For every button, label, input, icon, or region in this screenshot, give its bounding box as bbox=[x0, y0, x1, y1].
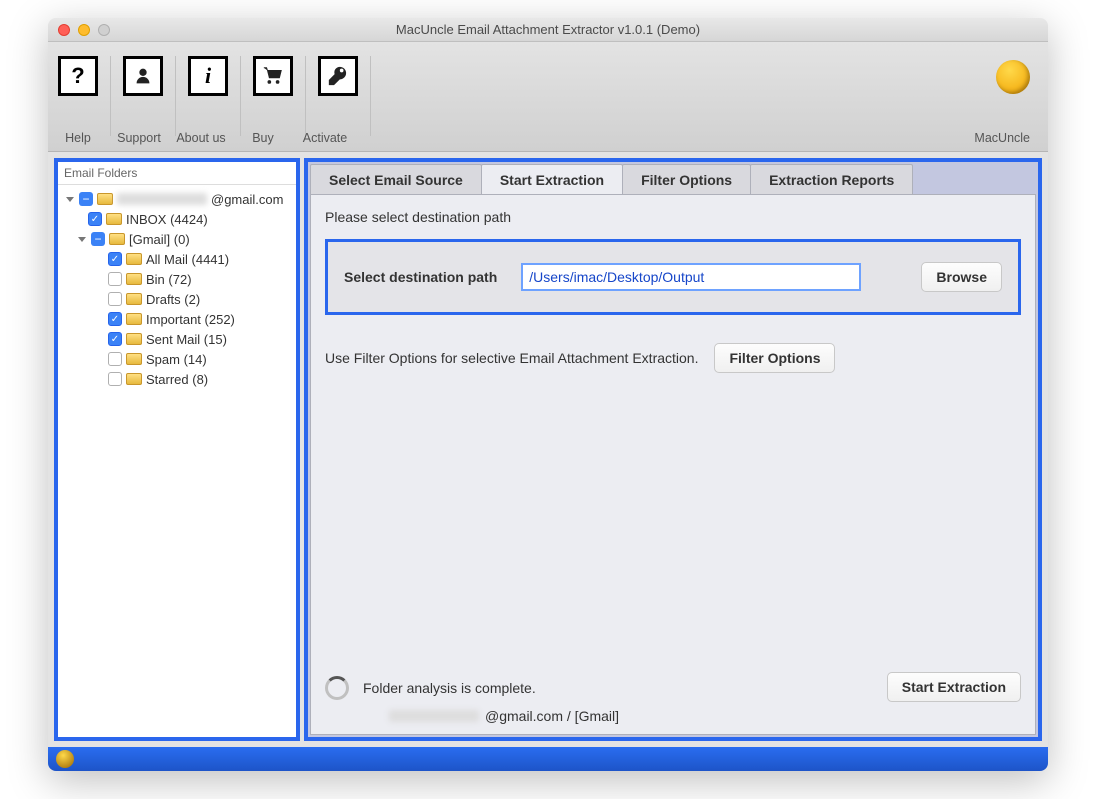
status-path-text: @gmail.com / [Gmail] bbox=[485, 708, 619, 724]
panel-heading: Please select destination path bbox=[325, 209, 1021, 225]
tab-extraction-reports[interactable]: Extraction Reports bbox=[750, 164, 913, 194]
brand-logo-icon bbox=[996, 60, 1030, 94]
toolbar-label: About us bbox=[170, 131, 232, 145]
filter-hint-text: Use Filter Options for selective Email A… bbox=[325, 350, 698, 366]
titlebar: MacUncle Email Attachment Extractor v1.0… bbox=[48, 18, 1048, 42]
cart-icon bbox=[253, 56, 293, 96]
tree-row[interactable]: Spam (14) bbox=[60, 349, 294, 369]
checkbox-indeterminate-icon[interactable]: − bbox=[91, 232, 105, 246]
toolbar-label: Activate bbox=[294, 131, 356, 145]
checkbox-icon[interactable] bbox=[108, 372, 122, 386]
toolbar-about-button[interactable]: i bbox=[178, 56, 238, 136]
folder-icon bbox=[126, 373, 142, 385]
folder-icon bbox=[126, 293, 142, 305]
toolbar: ? i Help Support About us Buy Activate M… bbox=[48, 42, 1048, 152]
tab-select-email-source[interactable]: Select Email Source bbox=[310, 164, 482, 194]
toolbar-buy-button[interactable] bbox=[243, 56, 303, 136]
question-icon: ? bbox=[58, 56, 98, 96]
tree-row[interactable]: Bin (72) bbox=[60, 269, 294, 289]
app-icon bbox=[56, 750, 74, 768]
checkbox-icon[interactable] bbox=[108, 292, 122, 306]
status-text: Folder analysis is complete. bbox=[363, 680, 536, 696]
toolbar-labels: Help Support About us Buy Activate bbox=[48, 131, 1048, 145]
sidebar-header: Email Folders bbox=[58, 162, 296, 185]
folder-label: [Gmail] (0) bbox=[129, 232, 190, 247]
folder-icon bbox=[126, 253, 142, 265]
folder-label: All Mail (4441) bbox=[146, 252, 229, 267]
checkbox-icon[interactable] bbox=[108, 332, 122, 346]
folder-label: INBOX (4424) bbox=[126, 212, 208, 227]
tree-row[interactable]: Sent Mail (15) bbox=[60, 329, 294, 349]
separator bbox=[110, 56, 111, 136]
redacted-text: xxxxxxxxx bbox=[389, 710, 479, 722]
folder-label: Bin (72) bbox=[146, 272, 192, 287]
email-folders-sidebar: Email Folders − xxxxxxxxx @gmail.com INB… bbox=[54, 158, 300, 741]
tree-row[interactable]: All Mail (4441) bbox=[60, 249, 294, 269]
main-panel: Select Email Source Start Extraction Fil… bbox=[304, 158, 1042, 741]
tree-row[interactable]: Drafts (2) bbox=[60, 289, 294, 309]
tree-row-gmail[interactable]: − [Gmail] (0) bbox=[60, 229, 294, 249]
separator bbox=[240, 56, 241, 136]
folder-label: Spam (14) bbox=[146, 352, 207, 367]
separator bbox=[370, 56, 371, 136]
spinner-icon bbox=[325, 676, 349, 700]
content-area: Email Folders − xxxxxxxxx @gmail.com INB… bbox=[48, 152, 1048, 747]
folder-icon bbox=[126, 333, 142, 345]
checkbox-icon[interactable] bbox=[108, 272, 122, 286]
info-icon: i bbox=[188, 56, 228, 96]
key-icon bbox=[318, 56, 358, 96]
folder-tree: − xxxxxxxxx @gmail.com INBOX (4424) − [G… bbox=[58, 185, 296, 393]
chevron-down-icon[interactable] bbox=[78, 237, 86, 242]
window-title: MacUncle Email Attachment Extractor v1.0… bbox=[48, 22, 1048, 37]
checkbox-icon[interactable] bbox=[108, 312, 122, 326]
destination-box: Select destination path Browse bbox=[325, 239, 1021, 315]
app-window: MacUncle Email Attachment Extractor v1.0… bbox=[48, 18, 1048, 771]
toolbar-label: Help bbox=[48, 131, 108, 145]
tree-row[interactable]: Important (252) bbox=[60, 309, 294, 329]
browse-button[interactable]: Browse bbox=[921, 262, 1002, 292]
redacted-text: xxxxxxxxx bbox=[117, 193, 207, 205]
tree-row[interactable]: Starred (8) bbox=[60, 369, 294, 389]
folder-label: Drafts (2) bbox=[146, 292, 200, 307]
folder-label: Important (252) bbox=[146, 312, 235, 327]
separator bbox=[175, 56, 176, 136]
toolbar-label: Support bbox=[108, 131, 170, 145]
checkbox-icon[interactable] bbox=[108, 252, 122, 266]
statusbar bbox=[48, 747, 1048, 771]
folder-icon bbox=[126, 273, 142, 285]
toolbar-support-button[interactable] bbox=[113, 56, 173, 136]
folder-icon bbox=[109, 233, 125, 245]
folder-label: Starred (8) bbox=[146, 372, 208, 387]
checkbox-icon[interactable] bbox=[108, 352, 122, 366]
person-icon bbox=[123, 56, 163, 96]
folder-icon bbox=[126, 313, 142, 325]
folder-icon bbox=[106, 213, 122, 225]
tab-filter-options[interactable]: Filter Options bbox=[622, 164, 751, 194]
status-area: Folder analysis is complete. Start Extra… bbox=[325, 676, 1021, 724]
folder-label: Sent Mail (15) bbox=[146, 332, 227, 347]
tree-account-row[interactable]: − xxxxxxxxx @gmail.com bbox=[60, 189, 294, 209]
tab-panel-start-extraction: Please select destination path Select de… bbox=[310, 194, 1036, 735]
separator bbox=[305, 56, 306, 136]
tree-row-inbox[interactable]: INBOX (4424) bbox=[60, 209, 294, 229]
filter-hint-row: Use Filter Options for selective Email A… bbox=[325, 343, 1021, 373]
chevron-down-icon[interactable] bbox=[66, 197, 74, 202]
toolbar-help-button[interactable]: ? bbox=[48, 56, 108, 136]
destination-label: Select destination path bbox=[344, 269, 497, 285]
folder-icon bbox=[97, 193, 113, 205]
tab-start-extraction[interactable]: Start Extraction bbox=[481, 164, 623, 194]
filter-options-button[interactable]: Filter Options bbox=[714, 343, 835, 373]
start-extraction-button[interactable]: Start Extraction bbox=[887, 672, 1021, 702]
folder-icon bbox=[126, 353, 142, 365]
toolbar-activate-button[interactable] bbox=[308, 56, 368, 136]
brand-label: MacUncle bbox=[974, 131, 1030, 145]
toolbar-label: Buy bbox=[232, 131, 294, 145]
checkbox-indeterminate-icon[interactable]: − bbox=[79, 192, 93, 206]
tab-bar: Select Email Source Start Extraction Fil… bbox=[310, 164, 1036, 194]
destination-path-input[interactable] bbox=[521, 263, 861, 291]
checkbox-icon[interactable] bbox=[88, 212, 102, 226]
account-suffix: @gmail.com bbox=[211, 192, 283, 207]
